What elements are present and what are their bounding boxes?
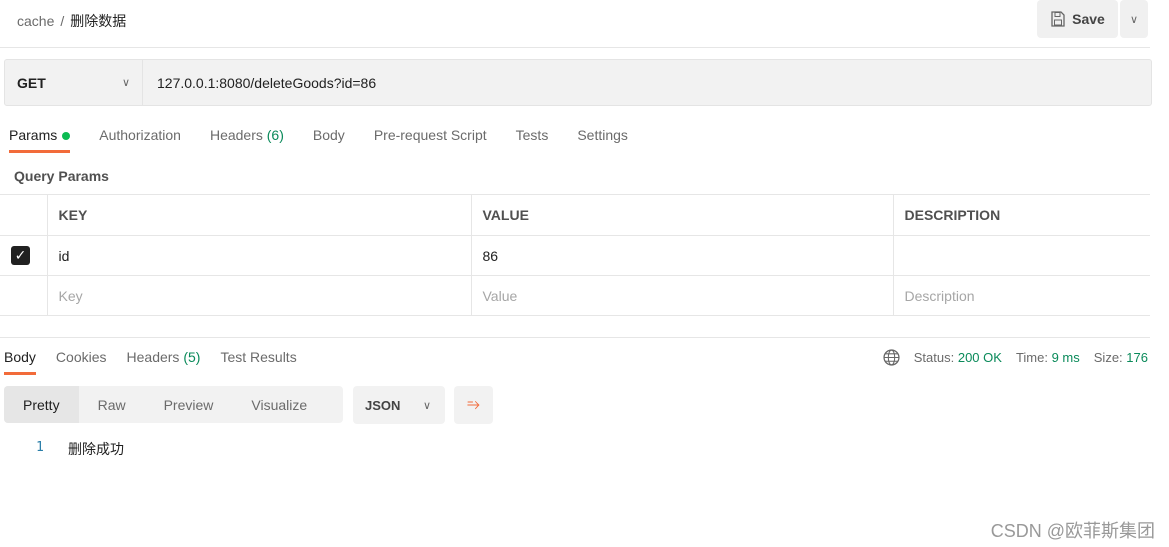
method-select[interactable]: GET ∨	[5, 60, 143, 105]
tab-authorization[interactable]: Authorization	[99, 127, 181, 153]
tab-params[interactable]: Params	[9, 127, 71, 153]
tab-cookies[interactable]: Cookies	[56, 349, 107, 375]
row-checkbox[interactable]: ✓	[11, 246, 30, 265]
response-size: Size: 176	[1093, 350, 1148, 365]
key-input[interactable]: Key	[46, 275, 472, 316]
method-label: GET	[17, 74, 46, 91]
divider	[0, 337, 1150, 338]
value-cell[interactable]: 86	[470, 235, 894, 276]
table-row-empty: Key Value Description	[0, 275, 1150, 316]
params-active-dot-icon	[62, 132, 71, 140]
tab-pre-request-script[interactable]: Pre-request Script	[374, 127, 487, 153]
tab-response-body[interactable]: Body	[4, 349, 36, 375]
active-tab-indicator	[4, 372, 36, 375]
breadcrumb: cache / 删除数据	[17, 11, 126, 31]
response-tabs: Body Cookies Headers (5) Test Results	[4, 349, 297, 375]
key-cell[interactable]: id	[46, 235, 472, 276]
request-tabs: Params Authorization Headers (6) Body Pr…	[9, 127, 628, 153]
active-tab-indicator	[9, 150, 71, 153]
response-status: Status: 200 OK Time: 9 ms Size: 176	[883, 349, 1148, 366]
col-description: DESCRIPTION	[892, 194, 1150, 236]
chevron-down-icon: ∨	[422, 399, 431, 412]
breadcrumb-separator: /	[60, 13, 65, 29]
tab-response-headers[interactable]: Headers (5)	[127, 349, 201, 375]
query-params-title: Query Params	[14, 168, 109, 184]
status-code: Status: 200 OK	[913, 350, 1002, 365]
view-visualize[interactable]: Visualize	[232, 386, 326, 423]
save-button[interactable]: Save	[1037, 0, 1118, 38]
breadcrumb-collection[interactable]: cache	[17, 13, 54, 29]
wrap-lines-icon[interactable]: ⥱	[454, 386, 493, 424]
view-mode-selector: Pretty Raw Preview Visualize	[4, 386, 343, 423]
query-params-table: KEY VALUE DESCRIPTION ✓ id 86 Key Value Descri…	[0, 194, 1150, 316]
watermark: CSDN @欧菲斯集团	[990, 521, 1155, 541]
tab-settings[interactable]: Settings	[577, 127, 628, 153]
save-options-chevron-down-icon[interactable]: ∨	[1120, 0, 1148, 38]
chevron-down-icon: ∨	[121, 77, 130, 89]
col-key: KEY	[46, 194, 472, 236]
save-label: Save	[1072, 11, 1105, 27]
tab-body[interactable]: Body	[313, 127, 345, 153]
description-input[interactable]: Description	[892, 275, 1150, 316]
table-header-row: KEY VALUE DESCRIPTION	[0, 194, 1150, 236]
url-input[interactable]: 127.0.0.1:8080/deleteGoods?id=86	[143, 75, 376, 91]
tab-headers[interactable]: Headers (6)	[210, 127, 284, 153]
globe-icon[interactable]	[883, 349, 900, 366]
view-pretty[interactable]: Pretty	[4, 386, 79, 423]
url-bar: GET ∨ 127.0.0.1:8080/deleteGoods?id=86	[4, 59, 1152, 106]
breadcrumb-request[interactable]: 删除数据	[70, 13, 126, 29]
view-preview[interactable]: Preview	[145, 386, 233, 423]
line-number: 1	[36, 440, 44, 455]
response-time: Time: 9 ms	[1015, 350, 1080, 365]
table-row: ✓ id 86	[0, 235, 1150, 276]
col-value: VALUE	[470, 194, 894, 236]
tab-tests[interactable]: Tests	[516, 127, 549, 153]
description-cell[interactable]	[892, 235, 1150, 276]
save-icon	[1051, 11, 1065, 27]
view-raw[interactable]: Raw	[79, 386, 145, 423]
divider	[0, 47, 1150, 48]
tab-test-results[interactable]: Test Results	[220, 349, 296, 375]
response-body-text: 删除成功	[68, 441, 124, 457]
value-input[interactable]: Value	[470, 275, 894, 316]
format-select[interactable]: JSON ∨	[353, 386, 445, 424]
